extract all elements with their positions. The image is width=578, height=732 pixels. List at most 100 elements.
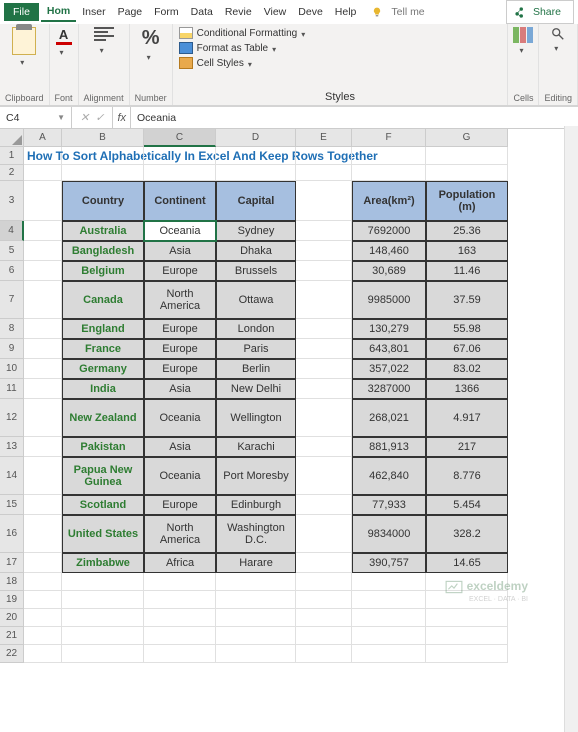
enter-icon[interactable]: ✓	[95, 111, 104, 124]
cell-G1[interactable]	[426, 147, 508, 165]
cell-F20[interactable]	[352, 609, 426, 627]
cell-G11[interactable]: 1366	[426, 379, 508, 399]
column-header-F[interactable]: F	[352, 129, 426, 147]
column-header-C[interactable]: C	[144, 129, 216, 147]
find-icon[interactable]	[551, 27, 565, 41]
cell-D1[interactable]	[216, 147, 296, 165]
cell-F17[interactable]: 390,757	[352, 553, 426, 573]
cell-E21[interactable]	[296, 627, 352, 645]
align-dropdown-icon[interactable]	[100, 44, 108, 52]
cell-A19[interactable]	[24, 591, 62, 609]
cell-F1[interactable]	[352, 147, 426, 165]
column-header-B[interactable]: B	[62, 129, 144, 147]
cell-A15[interactable]	[24, 495, 62, 515]
row-header-7[interactable]: 7	[0, 281, 24, 319]
cell-E9[interactable]	[296, 339, 352, 359]
cell-G13[interactable]: 217	[426, 437, 508, 457]
cell-B10[interactable]: Germany	[62, 359, 144, 379]
cell-B5[interactable]: Bangladesh	[62, 241, 144, 261]
cell-C19[interactable]	[144, 591, 216, 609]
row-header-10[interactable]: 10	[0, 359, 24, 379]
row-header-18[interactable]: 18	[0, 573, 24, 591]
cell-D8[interactable]: London	[216, 319, 296, 339]
cell-E8[interactable]	[296, 319, 352, 339]
cell-D21[interactable]	[216, 627, 296, 645]
cell-C3[interactable]: Continent	[144, 181, 216, 221]
cancel-icon[interactable]: ✕	[80, 111, 89, 124]
column-header-A[interactable]: A	[24, 129, 62, 147]
tab-help[interactable]: Help	[329, 3, 363, 21]
cell-F4[interactable]: 7692000	[352, 221, 426, 241]
cell-B22[interactable]	[62, 645, 144, 663]
font-color-icon[interactable]: A	[55, 27, 73, 45]
cell-G16[interactable]: 328.2	[426, 515, 508, 553]
cell-B13[interactable]: Pakistan	[62, 437, 144, 457]
cell-C18[interactable]	[144, 573, 216, 591]
cell-G14[interactable]: 8.776	[426, 457, 508, 495]
cell-A14[interactable]	[24, 457, 62, 495]
cell-E14[interactable]	[296, 457, 352, 495]
cell-E6[interactable]	[296, 261, 352, 281]
cell-G9[interactable]: 67.06	[426, 339, 508, 359]
row-header-9[interactable]: 9	[0, 339, 24, 359]
cell-B1[interactable]	[62, 147, 144, 165]
paste-dropdown-icon[interactable]	[20, 56, 28, 64]
row-header-12[interactable]: 12	[0, 399, 24, 437]
cell-D4[interactable]: Sydney	[216, 221, 296, 241]
cell-D9[interactable]: Paris	[216, 339, 296, 359]
cell-A22[interactable]	[24, 645, 62, 663]
row-header-15[interactable]: 15	[0, 495, 24, 515]
row-header-20[interactable]: 20	[0, 609, 24, 627]
cell-A11[interactable]	[24, 379, 62, 399]
cell-F11[interactable]: 3287000	[352, 379, 426, 399]
cell-B15[interactable]: Scotland	[62, 495, 144, 515]
column-header-E[interactable]: E	[296, 129, 352, 147]
cell-B14[interactable]: Papua New Guinea	[62, 457, 144, 495]
row-header-3[interactable]: 3	[0, 181, 24, 221]
row-header-2[interactable]: 2	[0, 165, 24, 181]
vertical-scrollbar[interactable]	[564, 126, 578, 732]
cell-E17[interactable]	[296, 553, 352, 573]
cell-D19[interactable]	[216, 591, 296, 609]
cell-C1[interactable]	[144, 147, 216, 165]
format-as-table-button[interactable]: Format as Table	[179, 42, 502, 54]
cell-A18[interactable]	[24, 573, 62, 591]
cell-C14[interactable]: Oceania	[144, 457, 216, 495]
share-button[interactable]: Share	[506, 0, 574, 24]
cell-C5[interactable]: Asia	[144, 241, 216, 261]
cell-F14[interactable]: 462,840	[352, 457, 426, 495]
row-header-4[interactable]: 4	[0, 221, 24, 241]
cell-B4[interactable]: Australia	[62, 221, 144, 241]
cell-F15[interactable]: 77,933	[352, 495, 426, 515]
row-header-1[interactable]: 1	[0, 147, 24, 165]
cell-F2[interactable]	[352, 165, 426, 181]
font-dropdown-icon[interactable]	[60, 46, 68, 54]
cell-D3[interactable]: Capital	[216, 181, 296, 221]
cell-C2[interactable]	[144, 165, 216, 181]
cell-E13[interactable]	[296, 437, 352, 457]
cell-D10[interactable]: Berlin	[216, 359, 296, 379]
cell-E22[interactable]	[296, 645, 352, 663]
cell-F16[interactable]: 9834000	[352, 515, 426, 553]
row-header-13[interactable]: 13	[0, 437, 24, 457]
select-all-corner[interactable]	[0, 129, 24, 147]
cell-C6[interactable]: Europe	[144, 261, 216, 281]
cell-E15[interactable]	[296, 495, 352, 515]
cell-F5[interactable]: 148,460	[352, 241, 426, 261]
cell-C10[interactable]: Europe	[144, 359, 216, 379]
cell-B3[interactable]: Country	[62, 181, 144, 221]
row-header-11[interactable]: 11	[0, 379, 24, 399]
cell-C15[interactable]: Europe	[144, 495, 216, 515]
tab-page[interactable]: Page	[112, 3, 149, 21]
cell-B17[interactable]: Zimbabwe	[62, 553, 144, 573]
cell-E10[interactable]	[296, 359, 352, 379]
cell-G4[interactable]: 25.36	[426, 221, 508, 241]
tab-developer[interactable]: Deve	[292, 3, 329, 21]
cell-D13[interactable]: Karachi	[216, 437, 296, 457]
cell-D12[interactable]: Wellington	[216, 399, 296, 437]
cell-G12[interactable]: 4.917	[426, 399, 508, 437]
cell-G17[interactable]: 14.65	[426, 553, 508, 573]
cell-F19[interactable]	[352, 591, 426, 609]
editing-dropdown-icon[interactable]	[554, 42, 562, 50]
cell-C13[interactable]: Asia	[144, 437, 216, 457]
